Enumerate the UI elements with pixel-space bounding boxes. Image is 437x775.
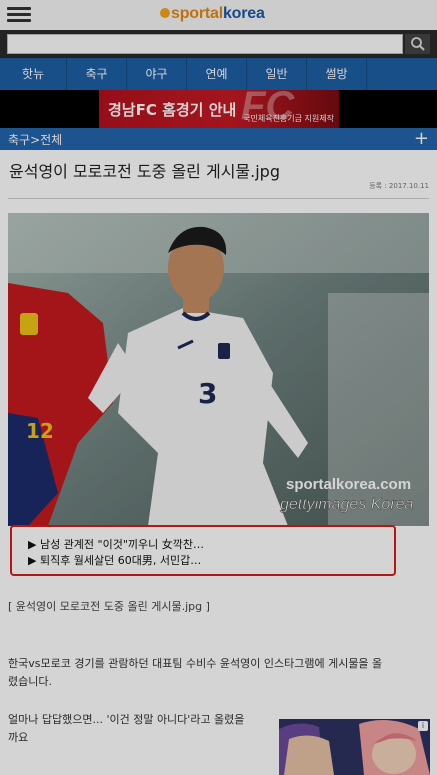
opponent-number: 12 [26, 419, 54, 443]
article-paragraph-1-cont: 렸습니다. [8, 675, 52, 688]
search-icon [411, 37, 425, 51]
search-button[interactable] [405, 34, 430, 54]
nav-item-baseball[interactable]: 야구 [127, 58, 187, 90]
nav-item-entertainment[interactable]: 연예 [187, 58, 247, 90]
search-input[interactable] [7, 34, 403, 54]
banner-title: 경남FC 홈경기 안내 [108, 101, 237, 119]
ad-banner[interactable]: FC 경남FC 홈경기 안내 국민체육진흥기금 지원제작 [99, 90, 339, 128]
article-paragraph-1: 한국vs모로코 경기를 관람하던 대표팀 수비수 윤석영이 인스타그램에 게시물… [8, 657, 383, 670]
top-bar: sportalkorea [0, 0, 437, 30]
ad-info-icon[interactable]: i [418, 721, 428, 731]
nav-item-soccer[interactable]: 축구 [67, 58, 127, 90]
nav-item-general[interactable]: 일반 [247, 58, 307, 90]
site-logo[interactable]: sportalkorea [160, 5, 265, 25]
article-date: 등록 : 2017.10.11 [369, 182, 429, 190]
related-headlines-box: ▶ 남성 관계전 "이것"끼우니 女깍찬… ▶ 퇴직후 월세살던 60대男, 서… [10, 525, 396, 576]
search-bar [0, 30, 437, 58]
photo-watermark-site: sportalkorea.com [286, 476, 411, 493]
banner-subtitle: 국민체육진흥기금 지원제작 [243, 114, 334, 123]
article-paragraph-2-cont: 까요 [8, 731, 29, 744]
article-title: 윤석영이 모로코전 도중 올린 게시물.jpg [9, 162, 280, 181]
section-bar: 축구>전체 + [0, 128, 437, 150]
breadcrumb[interactable]: 축구>전체 [8, 131, 62, 148]
article-photo: 12 3 sportalkorea.com gettyimages Korea [8, 213, 429, 526]
article-paragraph-2: 얼마나 답답했으면... '이건 정말 아니다'라고 올렸을 [8, 713, 245, 726]
inline-ad[interactable]: i [279, 719, 430, 775]
logo-dot-icon [160, 8, 170, 18]
title-divider [8, 198, 429, 199]
photo-watermark-getty: gettyimages Korea [280, 496, 414, 513]
article-page: sportalkorea 핫뉴 축구 야구 연예 일반 썰방 FC 경남FC 홈… [0, 0, 437, 775]
player-number: 3 [198, 377, 217, 410]
nav-item-hot[interactable]: 핫뉴 [0, 58, 67, 90]
related-headline-2[interactable]: ▶ 퇴직후 월세살던 60대男, 서민갑… [28, 552, 201, 568]
menu-icon[interactable] [7, 7, 31, 23]
expand-plus-icon[interactable]: + [414, 128, 429, 150]
photo-caption: [ 윤석영이 모로코전 도중 올린 게시물.jpg ] [8, 600, 210, 613]
banner-row: FC 경남FC 홈경기 안내 국민체육진흥기금 지원제작 [0, 90, 437, 128]
nav-item-forum[interactable]: 썰방 [307, 58, 367, 90]
category-nav: 핫뉴 축구 야구 연예 일반 썰방 [0, 58, 437, 90]
related-headline-1[interactable]: ▶ 남성 관계전 "이것"끼우니 女깍찬… [28, 536, 204, 552]
